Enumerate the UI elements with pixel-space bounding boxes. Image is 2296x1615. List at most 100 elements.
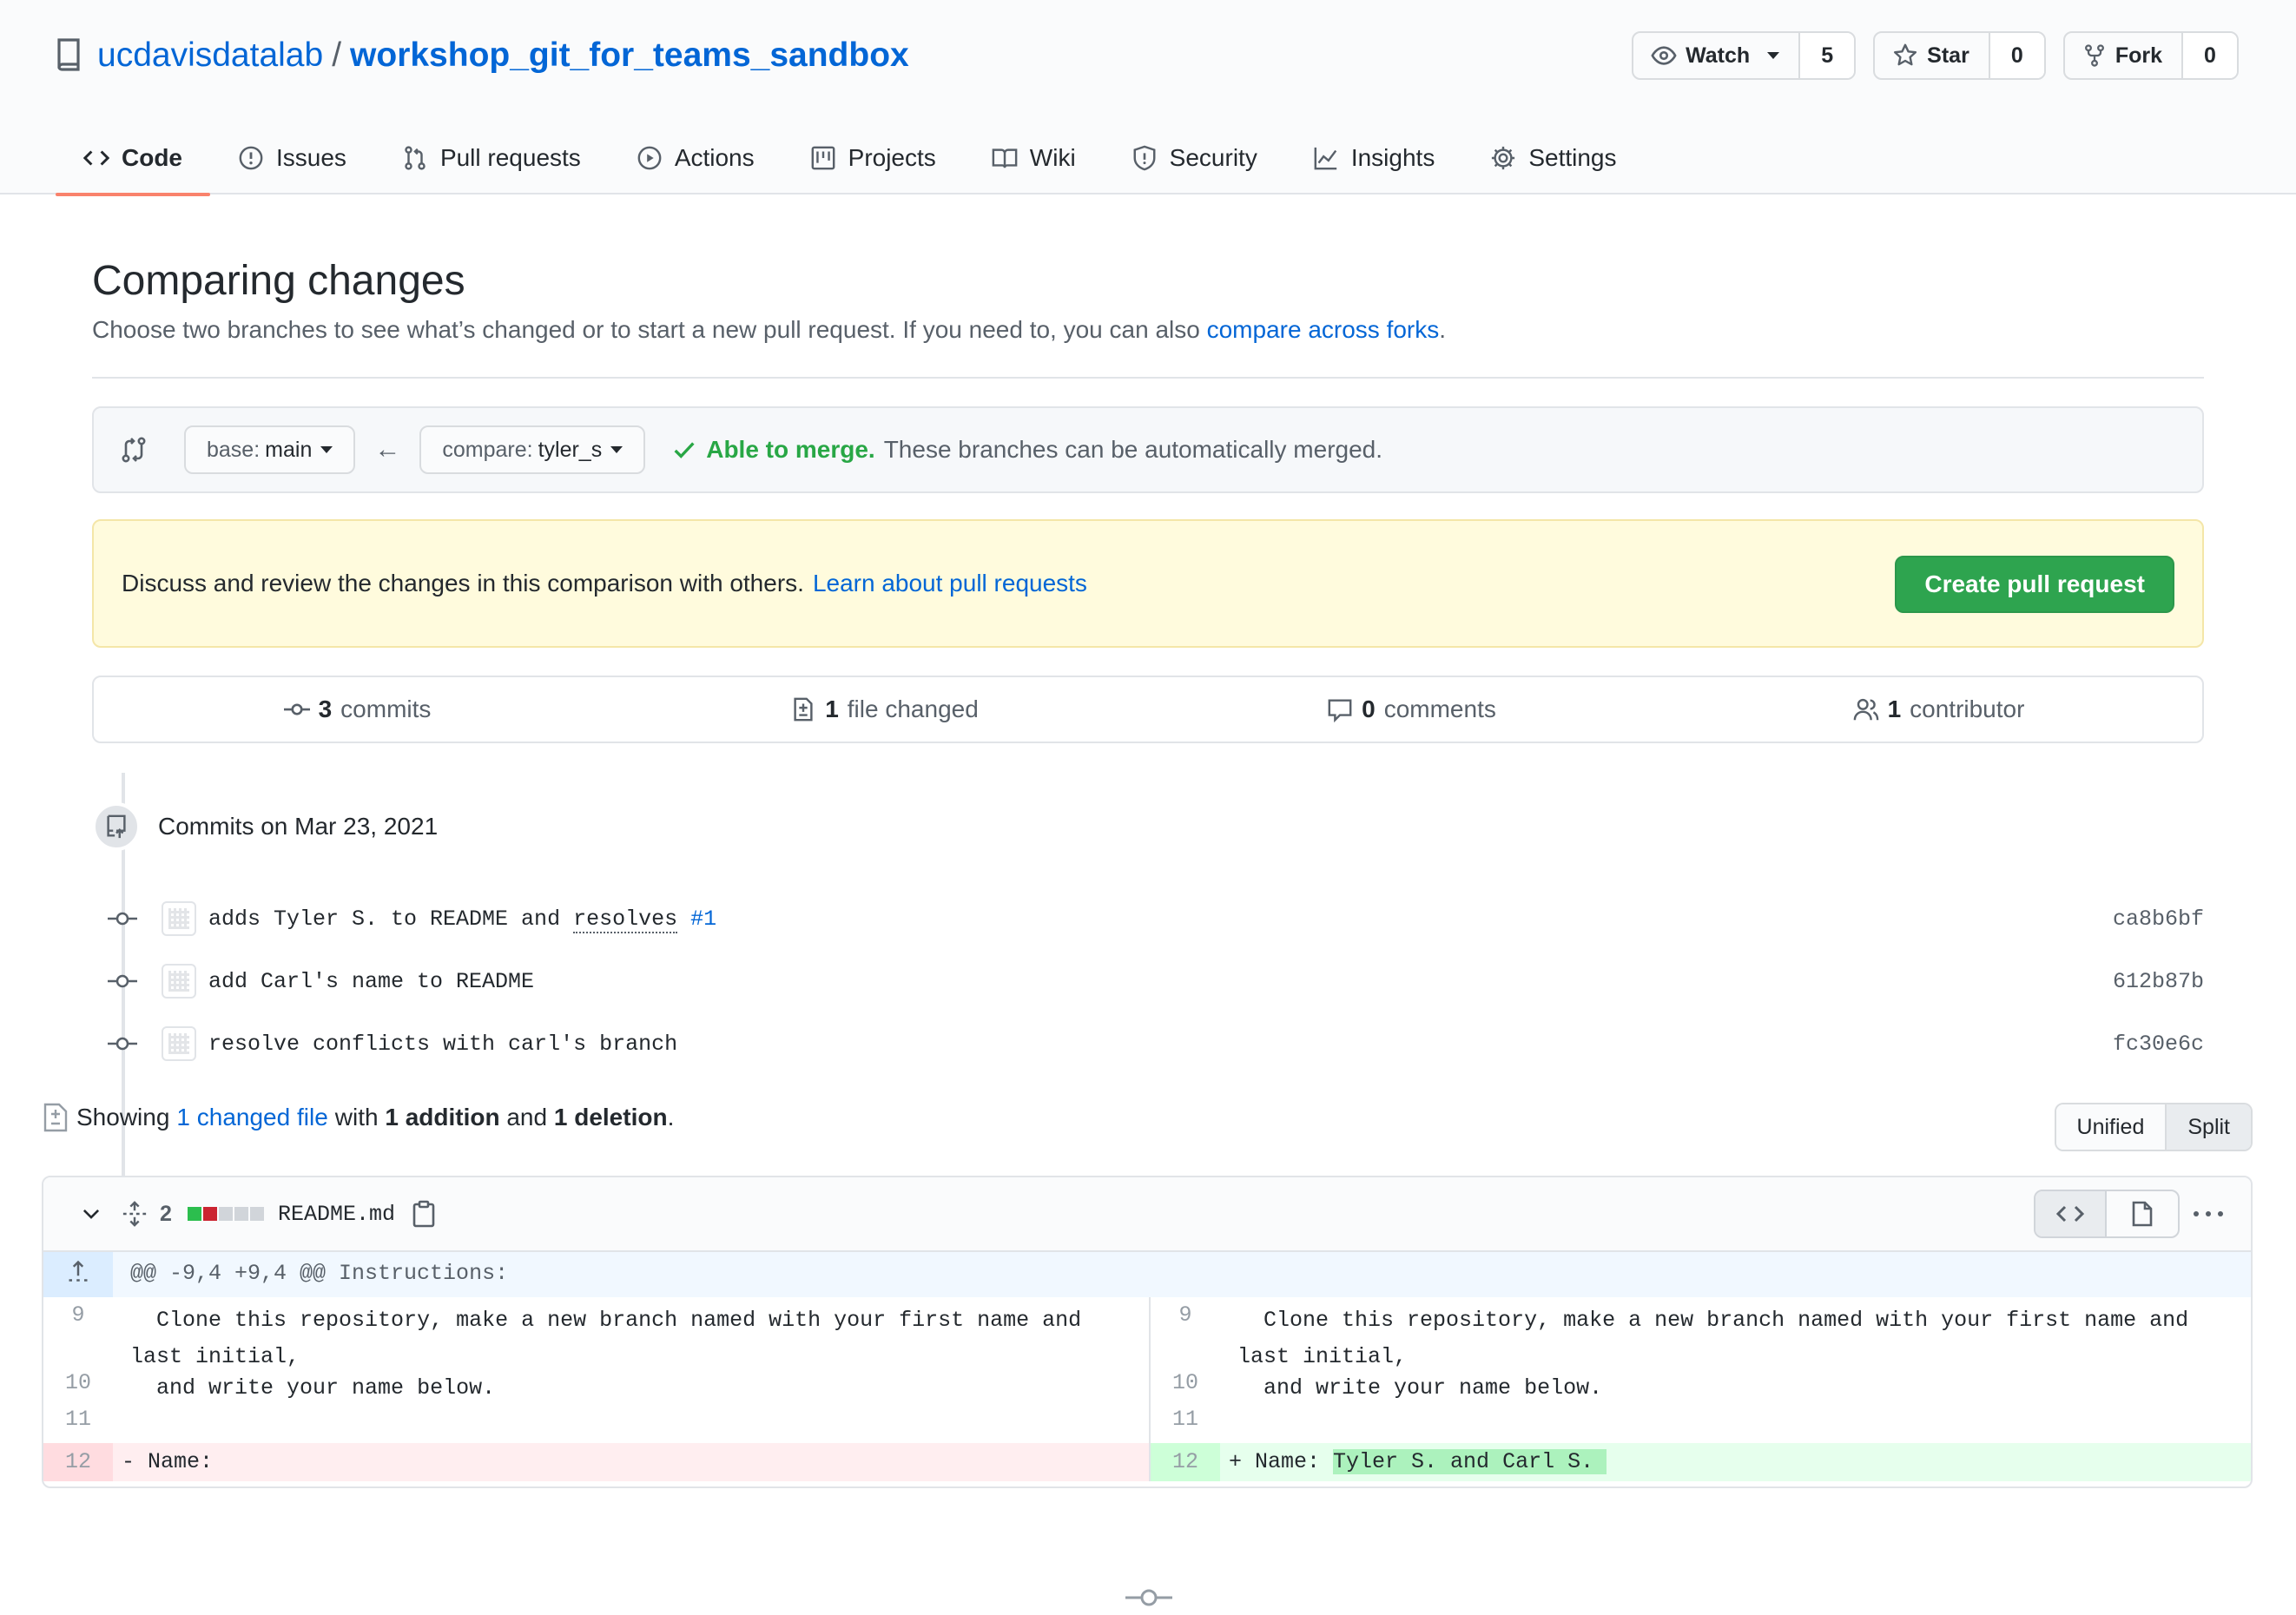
- tab-insights[interactable]: Insights: [1285, 122, 1463, 194]
- avatar[interactable]: [162, 964, 196, 999]
- compare-across-forks-link[interactable]: compare across forks: [1207, 316, 1440, 343]
- with-text: with: [334, 1104, 379, 1130]
- contributors-summary-tab[interactable]: 1 contributor: [1675, 677, 2202, 742]
- book-icon: [992, 148, 1018, 168]
- chevron-down-icon: [610, 446, 623, 453]
- create-pull-request-button[interactable]: Create pull request: [1895, 556, 2174, 613]
- split-view-button[interactable]: Split: [2165, 1104, 2251, 1150]
- commits-summary-tab[interactable]: 3 commits: [94, 677, 621, 742]
- code-icon: [2056, 1205, 2084, 1223]
- compare-branch-select[interactable]: compare: tyler_s: [419, 425, 646, 474]
- diff-left-cell: 11: [43, 1407, 1149, 1443]
- unified-view-button[interactable]: Unified: [2055, 1104, 2166, 1150]
- line-number[interactable]: 11: [43, 1407, 113, 1443]
- line-number[interactable]: 10: [1151, 1370, 1220, 1407]
- diff-left-cell: 10 and write your name below.: [43, 1370, 1149, 1407]
- watch-count[interactable]: 5: [1798, 33, 1855, 78]
- comment-icon: [1328, 699, 1352, 722]
- diffstat-neutral-block: [219, 1207, 233, 1221]
- tab-wiki[interactable]: Wiki: [964, 122, 1104, 194]
- code-line: Clone this repository, make a new branch…: [130, 1308, 1095, 1369]
- comments-label: comments: [1383, 695, 1496, 722]
- star-count[interactable]: 0: [1988, 33, 2044, 78]
- code-icon: [83, 150, 109, 166]
- line-number[interactable]: 10: [43, 1370, 113, 1407]
- commit-sha-link[interactable]: 612b87b: [2113, 969, 2204, 994]
- flash-text: Discuss and review the changes in this c…: [122, 570, 804, 597]
- people-icon: [1853, 698, 1878, 721]
- tab-label: Settings: [1528, 144, 1617, 171]
- diffstat-deleted-block: [203, 1207, 217, 1221]
- tab-projects[interactable]: Projects: [782, 122, 964, 194]
- subtitle-end: .: [1439, 316, 1447, 343]
- commit-sha-link[interactable]: ca8b6bf: [2113, 906, 2204, 932]
- git-compare-icon: [122, 437, 146, 463]
- kebab-horizontal-icon[interactable]: [2192, 1210, 2225, 1218]
- tab-label: Pull requests: [439, 144, 581, 171]
- commit-sha-link[interactable]: fc30e6c: [2113, 1032, 2204, 1057]
- git-commit-icon: [108, 1037, 137, 1051]
- repo-name-link[interactable]: workshop_git_for_teams_sandbox: [350, 36, 909, 75]
- unfold-icon[interactable]: [122, 1200, 148, 1228]
- tab-pull-requests[interactable]: Pull requests: [374, 122, 609, 194]
- tab-label: Projects: [848, 144, 936, 171]
- tab-actions[interactable]: Actions: [609, 122, 782, 194]
- diff-addition-cell: 12 + Name: Tyler S. and Carl S.: [1149, 1443, 2251, 1481]
- comments-count: 0: [1362, 695, 1376, 722]
- fork-count[interactable]: 0: [2181, 33, 2237, 78]
- contributors-label: contributor: [1910, 695, 2025, 722]
- line-number[interactable]: 9: [43, 1297, 113, 1370]
- star-button[interactable]: Star: [1875, 33, 1989, 78]
- commit-row: resolve conflicts with carl's branch fc3…: [92, 1019, 2204, 1068]
- watch-button-group: Watch 5: [1632, 31, 1857, 80]
- eye-icon: [1651, 46, 1677, 65]
- tab-label: Security: [1169, 144, 1257, 171]
- commit-message[interactable]: adds Tyler S. to README and resolves #1: [208, 906, 716, 933]
- source-view-button[interactable]: [2035, 1191, 2107, 1236]
- avatar[interactable]: [162, 1026, 196, 1061]
- chevron-down-icon[interactable]: [80, 1203, 102, 1225]
- avatar[interactable]: [162, 901, 196, 936]
- files-summary-tab[interactable]: 1 file changed: [621, 677, 1148, 742]
- diff-view-toggle: Unified Split: [2054, 1103, 2253, 1151]
- commit-message[interactable]: add Carl's name to README: [208, 969, 534, 994]
- merge-status: Able to merge. These branches can be aut…: [671, 436, 1382, 464]
- check-icon: [674, 442, 695, 458]
- merge-status-text: These branches can be automatically merg…: [883, 436, 1383, 463]
- tab-security[interactable]: Security: [1104, 122, 1285, 194]
- diffstat-neutral-block: [250, 1207, 264, 1221]
- diff-deletion-cell: 12 - Name:: [43, 1443, 1149, 1481]
- diff-change-count: 2: [160, 1201, 172, 1226]
- fork-button[interactable]: Fork: [2065, 33, 2181, 78]
- clippy-icon[interactable]: [412, 1200, 436, 1228]
- file-diff-icon: [43, 1103, 68, 1132]
- diffstat-added-block: [188, 1207, 201, 1221]
- line-number[interactable]: 11: [1151, 1407, 1220, 1443]
- learn-about-pull-requests-link[interactable]: Learn about pull requests: [813, 570, 1087, 597]
- repo-path-separator: /: [332, 36, 342, 74]
- file-diff: 2 README.md @@ -9,4 +9,4 @@ Instructions…: [42, 1176, 2253, 1488]
- commits-date: Commits on Mar 23, 2021: [158, 813, 439, 840]
- commits-date-heading: Commits on Mar 23, 2021: [92, 802, 438, 851]
- tab-settings[interactable]: Settings: [1462, 122, 1644, 194]
- watch-button[interactable]: Watch: [1633, 33, 1798, 78]
- rich-view-button[interactable]: [2107, 1191, 2178, 1236]
- play-icon: [637, 146, 662, 170]
- comments-summary-tab[interactable]: 0 comments: [1148, 677, 1675, 742]
- file-name-link[interactable]: README.md: [278, 1202, 395, 1227]
- line-number[interactable]: 12: [1151, 1443, 1220, 1481]
- tab-code[interactable]: Code: [56, 122, 210, 196]
- git-commit-icon: [283, 703, 310, 715]
- base-branch-select[interactable]: base: main: [184, 425, 356, 474]
- added-highlight: Tyler S. and Carl S.: [1333, 1449, 1607, 1474]
- issue-link[interactable]: #1: [690, 906, 716, 932]
- tab-issues[interactable]: Issues: [210, 122, 374, 194]
- line-number[interactable]: 9: [1151, 1297, 1220, 1370]
- line-number[interactable]: 12: [43, 1443, 113, 1481]
- repo-icon: [57, 38, 80, 71]
- expand-up-icon[interactable]: [43, 1252, 113, 1297]
- star-button-group: Star 0: [1873, 31, 2046, 80]
- commit-message[interactable]: resolve conflicts with carl's branch: [208, 1032, 677, 1057]
- repo-owner-link[interactable]: ucdavisdatalab: [97, 36, 323, 75]
- changed-files-link[interactable]: 1 changed file: [176, 1104, 327, 1131]
